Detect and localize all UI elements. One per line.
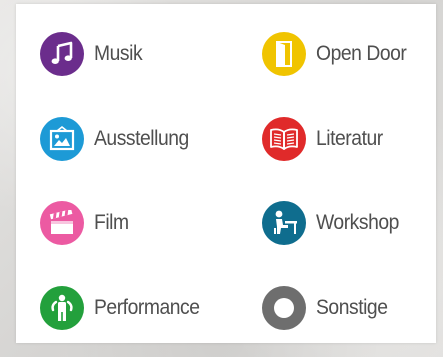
category-performance[interactable]: Performance xyxy=(40,284,209,332)
category-label: Open Door xyxy=(316,42,407,65)
category-workshop[interactable]: Workshop xyxy=(262,199,406,247)
category-label: Workshop xyxy=(316,211,399,234)
ring-icon xyxy=(262,286,306,330)
category-musik[interactable]: Musik xyxy=(40,30,146,78)
music-note-icon xyxy=(40,32,84,76)
category-sonstige[interactable]: Sonstige xyxy=(262,284,394,332)
category-legend-panel: Musik Open Door Ausstellung Literatur Fi… xyxy=(16,4,436,343)
door-icon xyxy=(262,32,306,76)
category-label: Performance xyxy=(94,296,200,319)
open-book-icon xyxy=(262,117,306,161)
category-label: Literatur xyxy=(316,127,383,150)
category-label: Sonstige xyxy=(316,296,388,319)
category-label: Film xyxy=(94,211,129,234)
performer-icon xyxy=(40,286,84,330)
framed-picture-icon xyxy=(40,117,84,161)
category-literatur[interactable]: Literatur xyxy=(262,115,389,163)
category-film[interactable]: Film xyxy=(40,199,132,247)
clapperboard-icon xyxy=(40,201,84,245)
category-open-door[interactable]: Open Door xyxy=(262,30,414,78)
category-ausstellung[interactable]: Ausstellung xyxy=(40,115,197,163)
category-label: Musik xyxy=(94,42,143,65)
person-at-desk-icon xyxy=(262,201,306,245)
category-label: Ausstellung xyxy=(94,127,189,150)
